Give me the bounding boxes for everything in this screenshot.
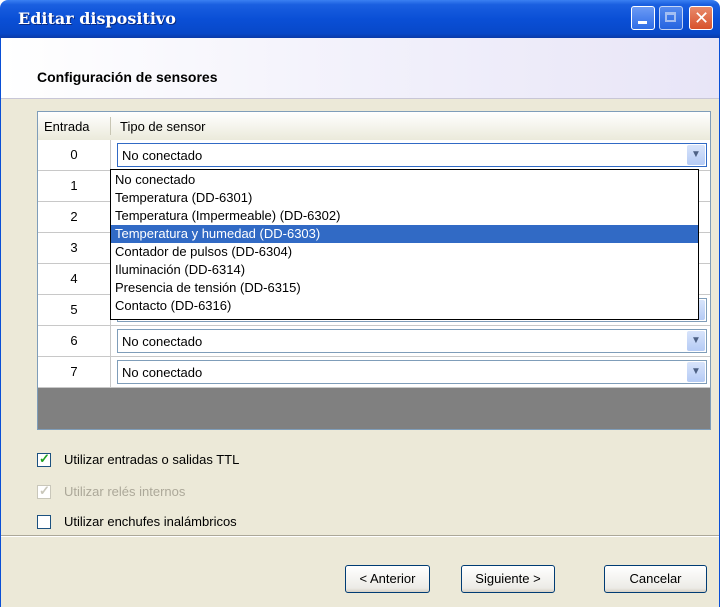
page-title: Configuración de sensores — [37, 69, 218, 85]
ttl-checkbox[interactable]: ✓ — [37, 451, 51, 467]
column-header-tipo[interactable]: Tipo de sensor — [120, 119, 206, 134]
relays-label: Utilizar relés internos — [64, 484, 186, 499]
maximize-button[interactable] — [659, 6, 683, 30]
back-button[interactable]: < Anterior — [345, 565, 430, 593]
row-entrada: 2 — [38, 202, 111, 232]
sensor-type-dropdown-list[interactable]: No conectado Temperatura (DD-6301) Tempe… — [110, 169, 699, 320]
dropdown-option[interactable]: Contador de pulsos (DD-6304) — [111, 243, 698, 261]
table-header: Entrada Tipo de sensor — [38, 112, 710, 141]
next-button[interactable]: Siguiente > — [461, 565, 555, 593]
row-entrada: 7 — [38, 357, 111, 387]
cancel-button[interactable]: Cancelar — [604, 565, 707, 593]
sensor-type-value: No conectado — [122, 365, 203, 380]
column-divider[interactable] — [110, 117, 111, 135]
relays-checkbox: ✓ — [37, 483, 51, 499]
dropdown-option[interactable]: Temperatura (Impermeable) (DD-6302) — [111, 207, 698, 225]
row-entrada: 0 — [38, 140, 111, 170]
chevron-down-icon[interactable]: ▼ — [687, 362, 705, 382]
chevron-down-icon[interactable]: ▼ — [687, 145, 705, 165]
sensor-type-select[interactable]: No conectado ▼ — [117, 329, 707, 353]
dropdown-option-highlighted[interactable]: Temperatura y humedad (DD-6303) — [111, 225, 698, 243]
check-icon: ✓ — [39, 451, 50, 466]
chevron-down-icon[interactable]: ▼ — [687, 331, 705, 351]
dialog-window: Configuración de sensores Entrada Tipo d… — [0, 38, 720, 607]
sensor-type-value: No conectado — [122, 148, 203, 163]
title-bar[interactable]: Editar dispositivo ✕ — [0, 0, 720, 38]
minimize-icon — [638, 21, 647, 24]
row-entrada: 5 — [38, 295, 111, 325]
dropdown-option[interactable]: Presencia de tensión (DD-6315) — [111, 279, 698, 297]
close-icon: ✕ — [694, 8, 710, 29]
dropdown-option[interactable]: Iluminación (DD-6314) — [111, 261, 698, 279]
check-icon: ✓ — [39, 483, 50, 498]
row-entrada: 3 — [38, 233, 111, 263]
column-header-entrada[interactable]: Entrada — [44, 119, 90, 134]
dropdown-option[interactable]: Temperatura (DD-6301) — [111, 189, 698, 207]
table-row: 7 No conectado ▼ — [38, 357, 710, 388]
footer-divider — [1, 535, 719, 537]
row-entrada: 1 — [38, 171, 111, 201]
table-row: 6 No conectado ▼ — [38, 326, 710, 357]
table-row: 0 No conectado ▼ — [38, 140, 710, 171]
sensor-type-select[interactable]: No conectado ▼ — [117, 360, 707, 384]
minimize-button[interactable] — [631, 6, 655, 30]
dropdown-option[interactable]: Contacto (DD-6316) — [111, 297, 698, 315]
wizard-header: Configuración de sensores — [1, 38, 719, 99]
wireless-checkbox[interactable] — [37, 515, 51, 529]
dropdown-option[interactable]: No conectado — [111, 171, 698, 189]
wireless-label[interactable]: Utilizar enchufes inalámbricos — [64, 514, 237, 529]
sensor-type-value: No conectado — [122, 334, 203, 349]
row-entrada: 4 — [38, 264, 111, 294]
row-entrada: 6 — [38, 326, 111, 356]
close-button[interactable]: ✕ — [689, 6, 713, 30]
maximize-icon — [665, 12, 676, 22]
window-title: Editar dispositivo — [18, 9, 176, 28]
sensor-type-select[interactable]: No conectado ▼ — [117, 143, 707, 167]
ttl-label[interactable]: Utilizar entradas o salidas TTL — [64, 452, 239, 467]
